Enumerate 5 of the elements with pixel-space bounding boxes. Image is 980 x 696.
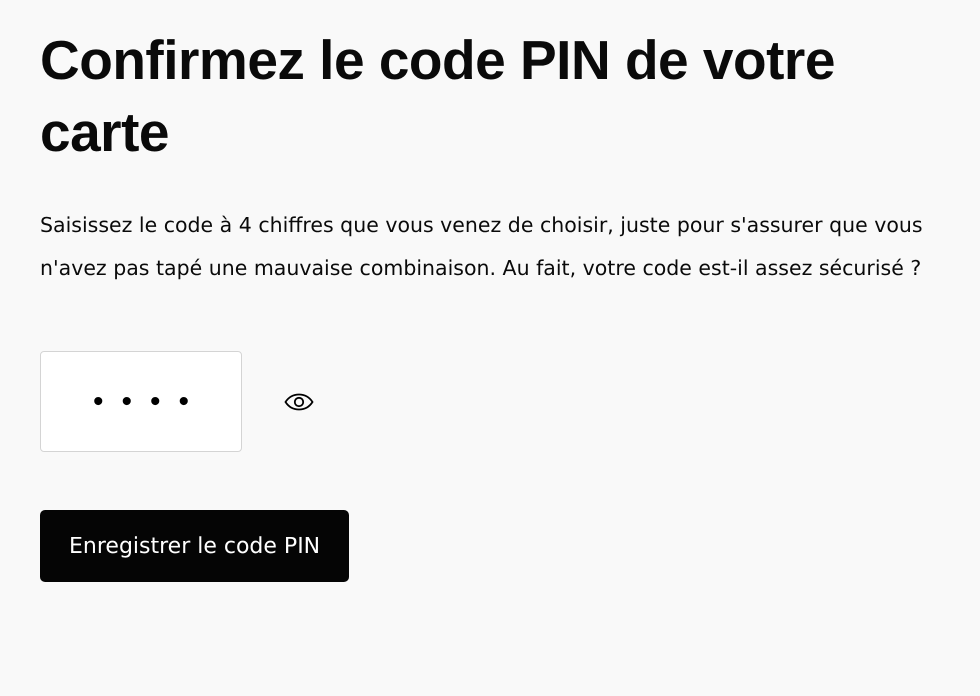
eye-icon[interactable] [284,390,314,412]
page-title: Confirmez le code PIN de votre carte [40,28,836,165]
description-text: Saisissez le code à 4 chiffres que vous venez de choisir, juste pour s'assurer que vous n'avez pas tapé une mauvaise combinaison. Au fait, votre code est-il assez sécurisé ? [40,212,924,282]
pin-field[interactable]: •••• [40,351,242,452]
save-button[interactable]: Enregistrer le code PIN [40,510,350,582]
